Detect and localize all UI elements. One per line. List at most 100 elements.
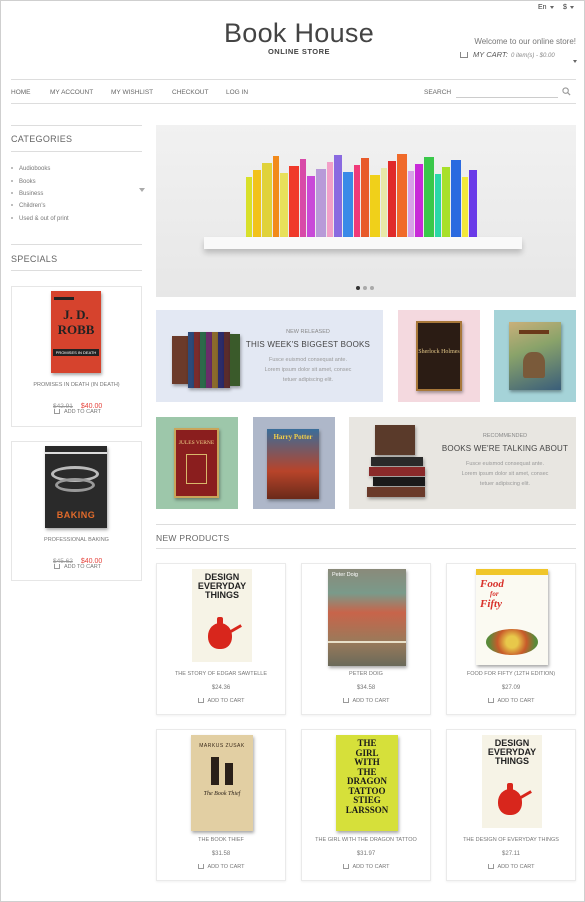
- cover-title: BAKING: [56, 510, 96, 520]
- hero-slider[interactable]: [156, 125, 576, 297]
- categories-title: CATEGORIES: [11, 134, 73, 144]
- book-spine: [361, 158, 369, 237]
- product-cover-image[interactable]: THE GIRL WITH THE DRAGON TATTOO STIEG LARSSON: [336, 735, 398, 831]
- product-cover-image[interactable]: Peter Doig: [328, 569, 406, 666]
- book-spine: [388, 161, 396, 237]
- product-cover-image[interactable]: BAKING: [45, 446, 107, 528]
- product-cover-image[interactable]: DESIGN EVERYDAY THINGS: [482, 735, 542, 828]
- product-name[interactable]: THE BOOK THIEF: [157, 837, 285, 843]
- book-spine: [253, 170, 261, 237]
- divider: [11, 125, 142, 126]
- book-spine: [307, 176, 315, 237]
- banner-recommended[interactable]: RECOMMENDED BOOKS WE'RE TALKING ABOUT Fu…: [349, 417, 576, 509]
- add-to-cart-label: ADD TO CART: [64, 409, 101, 415]
- nav-my-wishlist[interactable]: MY WISHLIST: [111, 89, 153, 96]
- language-selector[interactable]: En: [538, 4, 554, 11]
- product-card[interactable]: MARKUS ZUSAK The Book Thief THE BOOK THI…: [156, 729, 286, 881]
- cover-title: JULES VERNE: [178, 440, 215, 446]
- book-spine: [370, 175, 380, 237]
- category-childrens[interactable]: Children's: [11, 203, 46, 209]
- welcome-message: Welcome to our online store!: [474, 37, 576, 46]
- book-spine: [451, 160, 461, 237]
- cover-title: Sherlock Holmes: [418, 349, 460, 355]
- cover-title: PROMISES IN DEATH: [53, 349, 99, 356]
- product-card[interactable]: THE GIRL WITH THE DRAGON TATTOO STIEG LARSSON T…: [301, 729, 431, 881]
- product-price: $27.11: [502, 851, 520, 857]
- banner-text: Fusce euismod consequat ante. Lorem ipsu…: [461, 461, 549, 487]
- nav-home[interactable]: HOME: [11, 89, 31, 96]
- banner-book[interactable]: [494, 310, 576, 402]
- add-to-cart-button[interactable]: ADD TO CART: [302, 864, 430, 870]
- chevron-down-icon: [569, 5, 574, 9]
- add-to-cart-button[interactable]: ADD TO CART: [447, 864, 575, 870]
- cart-icon: [197, 698, 204, 704]
- product-name[interactable]: THE STORY OF EDGAR SAWTELLE: [157, 671, 285, 677]
- nav-my-account[interactable]: MY ACCOUNT: [50, 89, 93, 96]
- slider-dot[interactable]: [370, 286, 374, 290]
- category-used-out-of-print[interactable]: Used & out of print: [11, 216, 69, 222]
- currency-selector[interactable]: $: [563, 4, 574, 11]
- cart-icon: [197, 864, 204, 870]
- product-cover-image[interactable]: DESIGN EVERYDAY THINGS: [192, 569, 252, 662]
- product-card[interactable]: Food for Fifty FOOD FOR FIFTY (12TH EDITIO…: [446, 563, 576, 715]
- book-spine: [442, 167, 450, 237]
- category-books[interactable]: Books: [11, 179, 36, 185]
- cart-dropdown-icon[interactable]: [570, 53, 577, 71]
- product-cover-image[interactable]: MARKUS ZUSAK The Book Thief: [191, 735, 253, 831]
- banner-new-released[interactable]: NEW RELEASED THIS WEEK'S BIGGEST BOOKS F…: [156, 310, 383, 402]
- divider: [11, 244, 142, 245]
- special-product-name[interactable]: PROMISES IN DEATH (IN DEATH): [12, 382, 141, 388]
- cover-title: Harry Potter: [273, 433, 313, 441]
- cart-icon: [460, 52, 468, 59]
- banner-text: Fusce euismod consequat ante. Lorem ipsu…: [264, 357, 352, 383]
- product-cover-image[interactable]: J. D. ROBB PROMISES IN DEATH: [51, 291, 101, 373]
- product-name[interactable]: PETER DOIG: [302, 671, 430, 677]
- special-product-name[interactable]: PROFESSIONAL BAKING: [12, 537, 141, 543]
- cart-icon: [487, 864, 494, 870]
- add-to-cart-button[interactable]: ADD TO CART: [157, 698, 285, 704]
- book-spine: [469, 170, 477, 237]
- add-to-cart-button[interactable]: ADD TO CART: [54, 409, 101, 415]
- product-card[interactable]: DESIGN EVERYDAY THINGS THE DESIGN OF EVERY…: [446, 729, 576, 881]
- nav-checkout[interactable]: CHECKOUT: [172, 89, 208, 96]
- slider-dot-active[interactable]: [356, 286, 360, 290]
- banner-harry-potter[interactable]: Harry Potter: [253, 417, 335, 509]
- divider: [156, 524, 576, 525]
- product-name[interactable]: THE GIRL WITH THE DRAGON TATTOO: [302, 837, 430, 843]
- product-name[interactable]: THE DESIGN OF EVERYDAY THINGS: [447, 837, 575, 843]
- add-to-cart-button[interactable]: ADD TO CART: [447, 698, 575, 704]
- add-to-cart-button[interactable]: ADD TO CART: [54, 564, 101, 570]
- divider: [11, 103, 576, 104]
- book-spine: [300, 159, 306, 237]
- product-cover-image[interactable]: Food for Fifty: [476, 569, 548, 665]
- product-card[interactable]: DESIGN EVERYDAY THINGS THE STORY OF EDGAR …: [156, 563, 286, 715]
- search-input[interactable]: [456, 87, 558, 98]
- product-price: $27.09: [501, 685, 521, 691]
- category-audiobooks[interactable]: Audiobooks: [11, 166, 50, 172]
- search-icon[interactable]: [562, 87, 571, 96]
- slider-dot[interactable]: [363, 286, 367, 290]
- banner-kicker: RECOMMENDED: [482, 433, 528, 439]
- product-name[interactable]: FOOD FOR FIFTY (12TH EDITION): [447, 671, 575, 677]
- book-spine: [381, 168, 387, 237]
- mini-cart[interactable]: MY CART: 0 item(s) - $0.00: [460, 50, 555, 59]
- product-card[interactable]: Peter Doig PETER DOIG $34.58 ADD TO CART: [301, 563, 431, 715]
- category-business[interactable]: Business: [11, 191, 43, 197]
- book-spine: [354, 165, 360, 237]
- special-product-card[interactable]: J. D. ROBB PROMISES IN DEATH PROMISES IN…: [11, 286, 142, 427]
- cart-summary: 0 item(s) - $0.00: [511, 53, 555, 59]
- book-spine: [262, 163, 272, 237]
- banner-sherlock[interactable]: Sherlock Holmes: [398, 310, 480, 402]
- product-price: $34.58: [356, 685, 376, 691]
- add-to-cart-button[interactable]: ADD TO CART: [157, 864, 285, 870]
- book-spine: [289, 166, 299, 237]
- book-spine: [343, 172, 353, 237]
- divider: [11, 270, 142, 271]
- cover-author-initials: J. D.: [63, 307, 89, 322]
- chevron-down-icon[interactable]: [136, 181, 145, 199]
- nav-log-in[interactable]: LOG IN: [226, 89, 248, 96]
- banner-jules-verne[interactable]: JULES VERNE: [156, 417, 238, 509]
- special-product-card[interactable]: BAKING PROFESSIONAL BAKING $45.62 $40.00 …: [11, 441, 142, 581]
- divider: [11, 79, 576, 80]
- add-to-cart-button[interactable]: ADD TO CART: [302, 698, 430, 704]
